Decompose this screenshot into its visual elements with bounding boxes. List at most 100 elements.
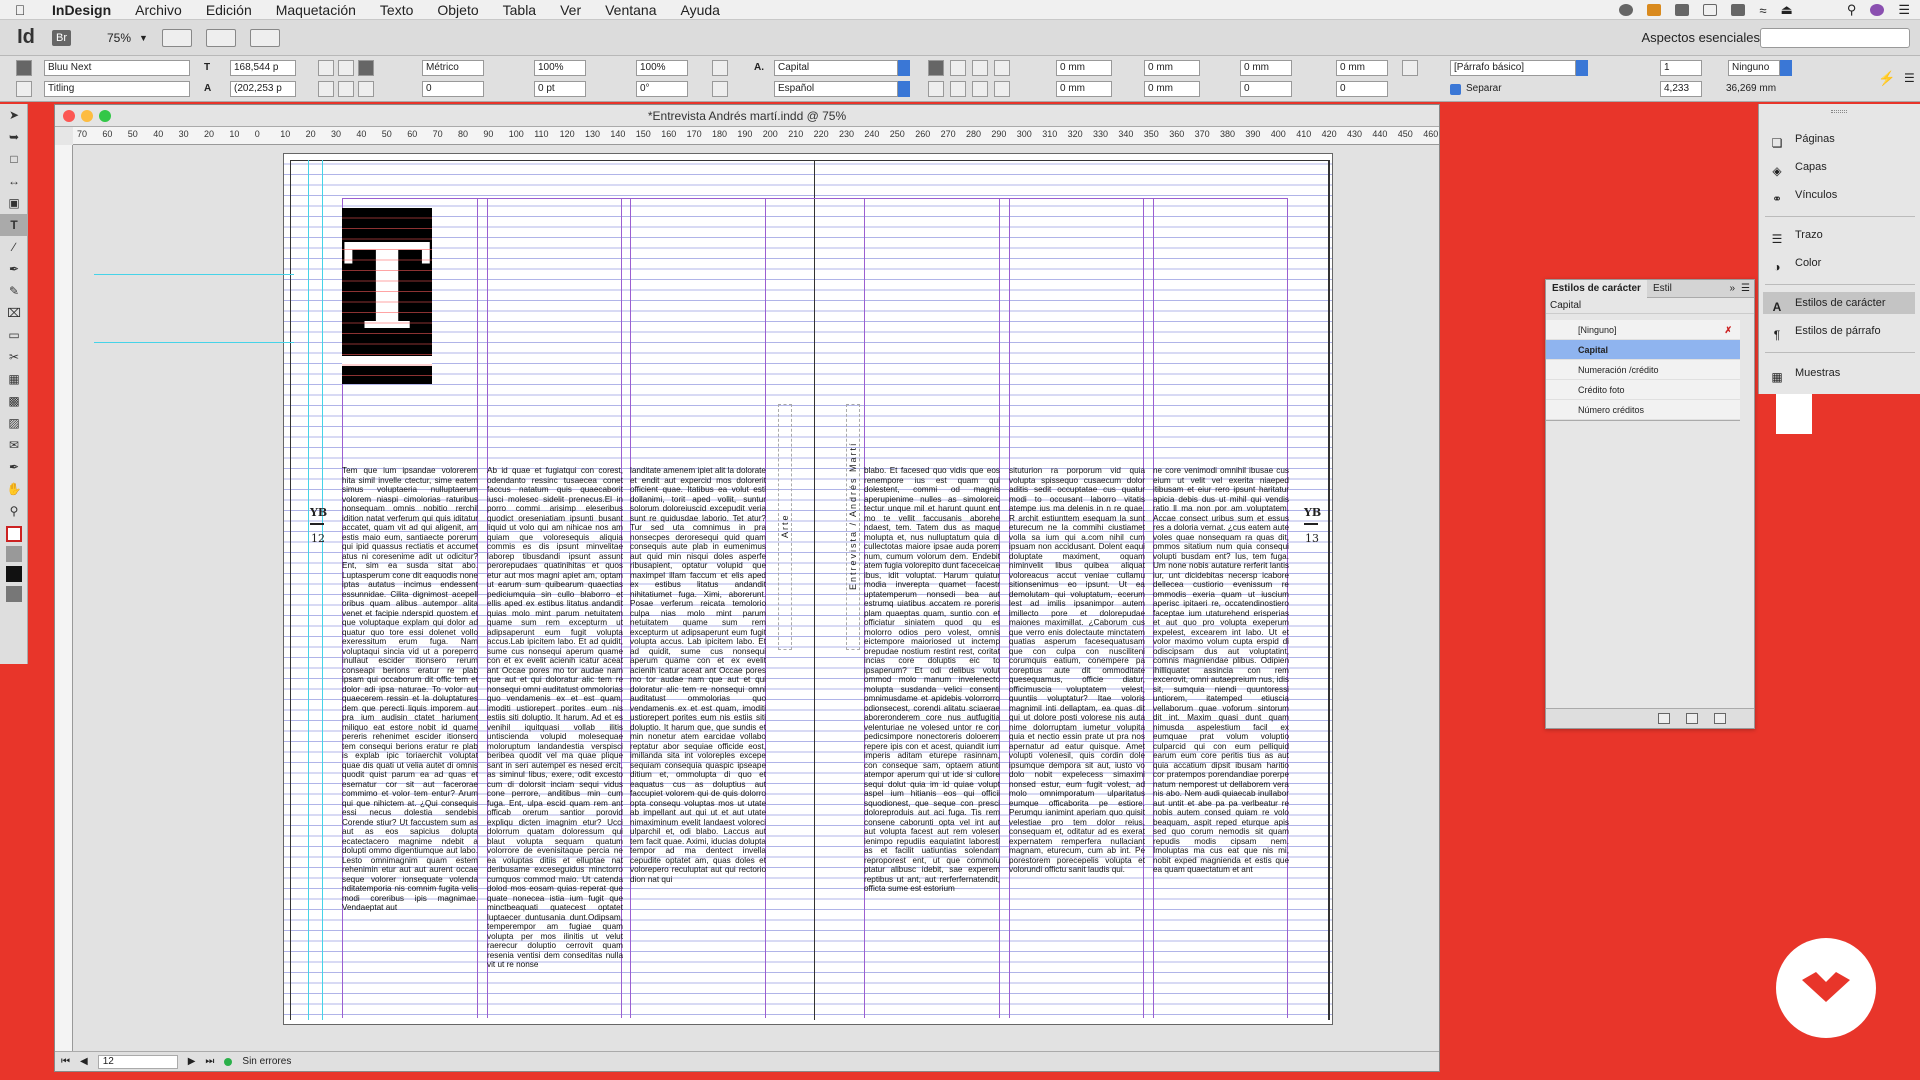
close-window-icon[interactable] — [63, 110, 75, 122]
separar-checkbox[interactable] — [1450, 84, 1461, 95]
page-tool-icon[interactable]: □ — [0, 148, 28, 170]
justify-left-button[interactable] — [994, 60, 1010, 76]
horizontal-scale-field[interactable]: 100% — [636, 60, 688, 76]
strikethrough-button[interactable] — [358, 81, 374, 97]
chevron-down-icon[interactable]: ▼ — [139, 33, 148, 43]
pen-tool-icon[interactable]: ✒ — [0, 258, 28, 280]
underline-button[interactable] — [358, 60, 374, 76]
spinner-icon[interactable] — [1703, 4, 1718, 16]
menu-ayuda[interactable]: Ayuda — [669, 2, 732, 18]
text-column-2[interactable]: Ab id quae et fugiatqui con corest, oden… — [487, 466, 623, 1021]
gutter-field[interactable]: 4,233 — [1660, 81, 1702, 97]
font-family-field[interactable]: Bluu Next — [44, 60, 190, 76]
text-column-5[interactable]: situturion ra porporum vid quia volupta … — [1009, 466, 1145, 1021]
record-icon[interactable] — [1619, 4, 1634, 16]
dock-item-trazo[interactable]: ☰ Trazo — [1769, 224, 1823, 246]
dock-item-estilos-parrafo[interactable]: ¶ Estilos de párrafo — [1769, 320, 1881, 342]
character-style-select[interactable]: Capital — [774, 60, 898, 76]
baseline-shift-field[interactable]: 0 pt — [534, 81, 586, 97]
content-collector-icon[interactable]: ▣ — [0, 192, 28, 214]
left-indent-field[interactable]: 0 mm — [1056, 60, 1112, 76]
last-line-indent-field[interactable]: 0 mm — [1144, 81, 1200, 97]
style-item-capital[interactable]: Capital — [1546, 340, 1740, 360]
chevron-down-icon[interactable] — [898, 81, 910, 97]
minimize-window-icon[interactable] — [81, 110, 93, 122]
tab-character-styles[interactable]: Estilos de carácter — [1546, 279, 1647, 298]
span-columns-select[interactable]: Ninguno — [1728, 60, 1780, 76]
style-item-numeracion-credito[interactable]: Numeración /crédito — [1546, 360, 1740, 380]
panel-expand-icon[interactable]: » — [1729, 283, 1741, 294]
preflight-status[interactable]: Sin errores — [242, 1056, 291, 1067]
dock-item-color[interactable]: ◑ Color — [1769, 252, 1821, 274]
stroke-swatch-button[interactable] — [712, 81, 728, 97]
selection-tool-icon[interactable]: ➤ — [0, 104, 28, 126]
extension-icon[interactable] — [1675, 4, 1690, 16]
bridge-button[interactable]: Br — [52, 29, 71, 46]
new-style-icon[interactable] — [1686, 713, 1698, 724]
gap-tool-icon[interactable]: ↔ — [0, 170, 28, 192]
user-avatar-icon[interactable] — [1870, 4, 1885, 16]
rectangle-tool-icon[interactable]: ▭ — [0, 324, 28, 346]
eyedropper-tool-icon[interactable]: ✒ — [0, 456, 28, 478]
workspace-switcher[interactable]: Aspectos esenciales — [1641, 30, 1760, 45]
direct-selection-tool-icon[interactable]: ➥ — [0, 126, 28, 148]
arrange-documents-button[interactable] — [249, 28, 280, 47]
menu-ver[interactable]: Ver — [548, 2, 593, 18]
eject-icon[interactable]: ⏏ — [1781, 2, 1793, 18]
paragraph-mode-button[interactable] — [16, 81, 32, 97]
menu-ventana[interactable]: Ventana — [593, 2, 668, 18]
dropcap-chars-field[interactable]: 0 — [1336, 81, 1388, 97]
text-column-4[interactable]: blabo. Et facesed quo vidis que eos rene… — [864, 466, 1000, 1021]
type-tool-icon[interactable]: T — [0, 214, 28, 236]
dropcap-lines-field[interactable]: 0 — [1240, 81, 1292, 97]
menu-tabla[interactable]: Tabla — [491, 2, 548, 18]
style-item-ninguno[interactable]: [Ninguno] ✗ — [1546, 320, 1740, 340]
align-left-button[interactable] — [928, 60, 944, 76]
chevron-down-icon[interactable] — [898, 60, 910, 76]
vertical-scale-field[interactable]: 100% — [534, 60, 586, 76]
chevron-down-icon[interactable] — [1576, 60, 1588, 76]
align-spine-button[interactable] — [950, 81, 966, 97]
style-item-numero-creditos[interactable]: Número créditos — [1546, 400, 1740, 420]
gradient-feather-tool-icon[interactable]: ▨ — [0, 412, 28, 434]
tab-paragraph-styles[interactable]: Estil — [1647, 280, 1678, 298]
dock-item-estilos-caracter[interactable]: A Estilos de carácter — [1763, 292, 1915, 314]
all-caps-button[interactable] — [318, 60, 334, 76]
first-line-indent-field[interactable]: 0 mm — [1056, 81, 1112, 97]
vertical-ruler[interactable] — [55, 145, 73, 1051]
battery-icon[interactable] — [1731, 4, 1746, 16]
dock-item-capas[interactable]: ◈ Capas — [1769, 156, 1826, 178]
page-spread[interactable]: T YB 12 YB 13 Arte Entrevista / Andrés M… — [94, 153, 1333, 1025]
zoom-window-icon[interactable] — [99, 110, 111, 122]
dock-grip[interactable] — [1831, 110, 1847, 113]
bullets-button[interactable] — [1402, 60, 1418, 76]
space-after-field[interactable]: 0 mm — [1336, 60, 1388, 76]
space-before-field[interactable]: 0 mm — [1240, 60, 1292, 76]
dock-item-muestras[interactable]: ▦ Muestras — [1769, 362, 1840, 384]
kerning-field[interactable]: Métrico — [422, 60, 484, 76]
zoom-tool-icon[interactable]: ⚲ — [0, 500, 28, 522]
font-style-field[interactable]: Titling — [44, 81, 190, 97]
lightning-icon[interactable]: ⚡ — [1878, 70, 1895, 86]
text-column-1[interactable]: Tem que ium ipsandae volorerem hita simi… — [342, 466, 478, 1021]
panel-menu-icon[interactable]: ☰ — [1741, 283, 1754, 294]
scissors-tool-icon[interactable]: ✂ — [0, 346, 28, 368]
superscript-button[interactable] — [338, 60, 354, 76]
subscript-button[interactable] — [338, 81, 354, 97]
view-options-button[interactable] — [161, 28, 192, 47]
dock-item-paginas[interactable]: ❏ Páginas — [1769, 128, 1835, 150]
panel-menu-icon[interactable]: ☰ — [1904, 70, 1915, 86]
rectangle-frame-tool-icon[interactable]: ⌧ — [0, 302, 28, 324]
wifi-icon[interactable]: ≈ — [1759, 3, 1766, 18]
menu-archivo[interactable]: Archivo — [123, 2, 194, 18]
pencil-tool-icon[interactable]: ✎ — [0, 280, 28, 302]
line-tool-icon[interactable]: ∕ — [0, 236, 28, 258]
page-number-field[interactable]: 12 — [97, 1054, 178, 1069]
language-select[interactable]: Español — [774, 81, 898, 97]
style-item-credito-foto[interactable]: Crédito foto — [1546, 380, 1740, 400]
justify-all-button[interactable] — [928, 81, 944, 97]
skew-field[interactable]: 0° — [636, 81, 688, 97]
menu-list-icon[interactable]: ☰ — [1898, 2, 1910, 18]
help-search-input[interactable] — [1760, 28, 1910, 48]
search-icon[interactable]: ⚲ — [1847, 2, 1857, 18]
